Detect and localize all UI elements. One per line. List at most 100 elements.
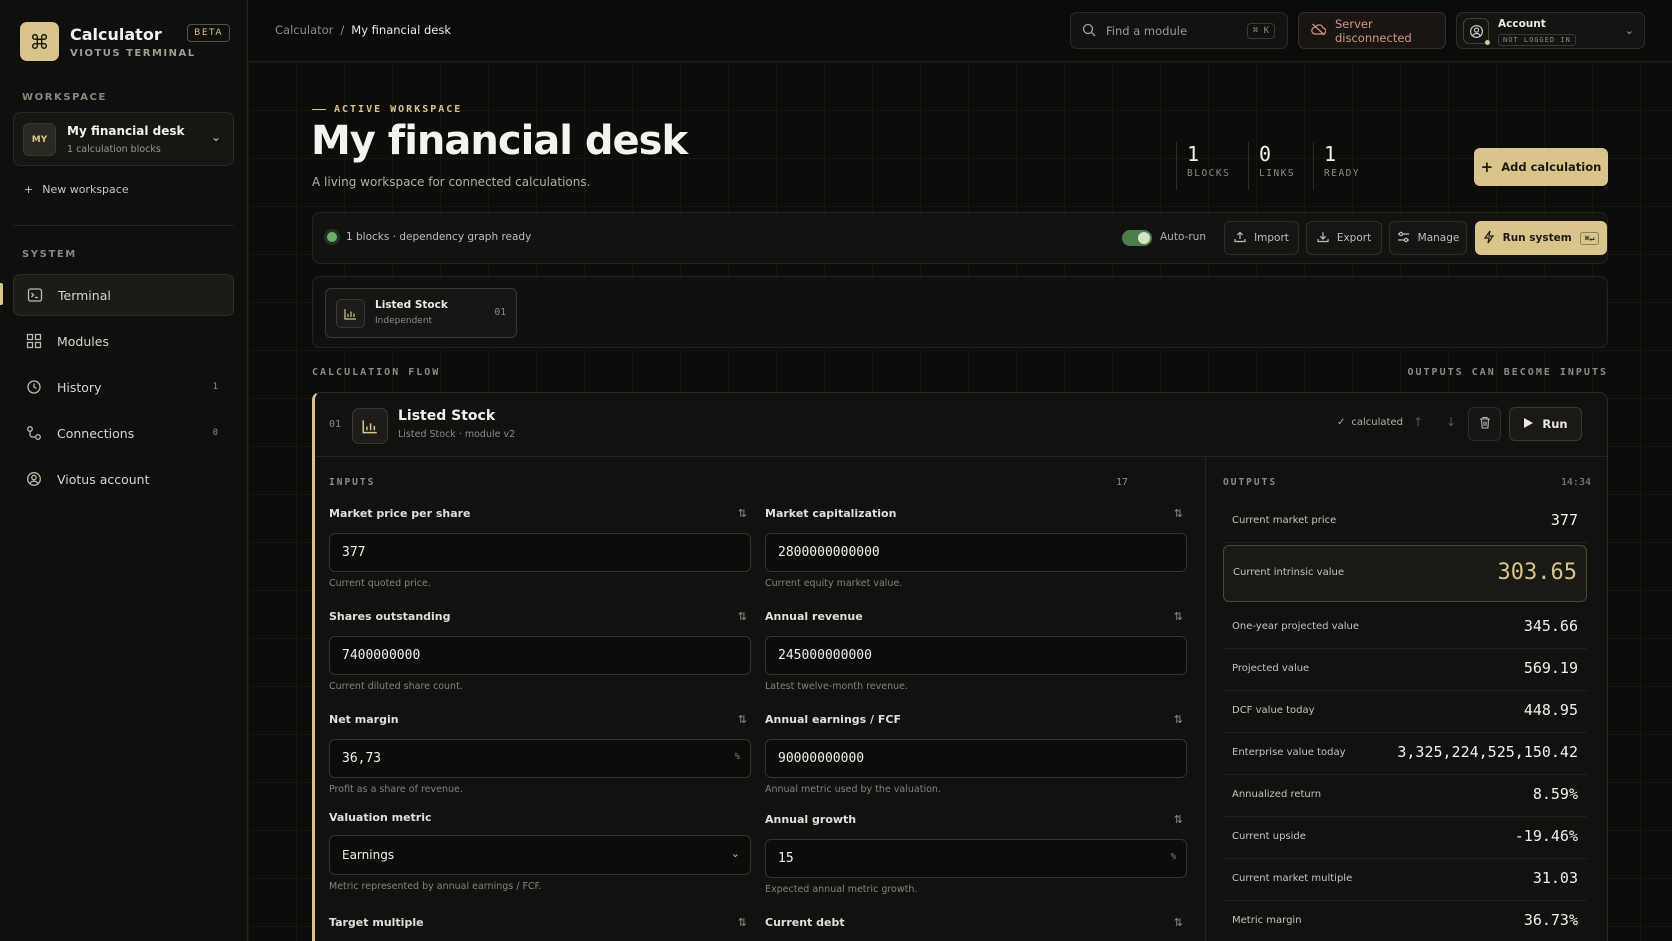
autorun-toggle[interactable] (1122, 230, 1152, 246)
field-annual-earnings: Annual earnings / FCF ⇅ 90000000000 Annu… (765, 713, 1187, 795)
workspace-meta: 1 calculation blocks (67, 144, 161, 155)
chevron-down-icon: ⌄ (730, 847, 740, 860)
workspace-label: WORKSPACE (22, 92, 107, 103)
field-annual-revenue: Annual revenue ⇅ 245000000000 Latest twe… (765, 610, 1187, 692)
calculation-block: 01 Listed Stock Listed Stock · module v2… (312, 392, 1608, 941)
download-icon (1317, 231, 1329, 246)
swap-icon[interactable]: ⇅ (738, 916, 747, 929)
output-row[interactable]: Metric margin 36.73% (1223, 901, 1587, 941)
manage-button[interactable]: Manage (1389, 221, 1467, 255)
percent-unit: % (734, 752, 740, 762)
brand-subtitle: VIOTUS TERMINAL (70, 48, 196, 59)
server-status[interactable]: Server disconnected (1298, 12, 1446, 49)
trash-icon (1479, 416, 1491, 432)
workspace-toolbar: 1 blocks · dependency graph ready Auto-r… (312, 212, 1608, 264)
sliders-icon (1397, 231, 1410, 246)
export-button[interactable]: Export (1306, 221, 1382, 255)
market-price-input[interactable]: 377 (329, 533, 751, 572)
output-row[interactable]: Enterprise value today 3,325,224,525,150… (1223, 733, 1587, 775)
active-indicator (0, 283, 3, 305)
connections-icon (25, 424, 43, 442)
swap-icon[interactable]: ⇅ (738, 713, 747, 726)
account-menu[interactable]: Account NOT LOGGED IN ⌄ (1456, 12, 1645, 49)
brand: ⌘ Calculator VIOTUS TERMINAL BETA (20, 22, 230, 62)
account-icon (25, 470, 43, 488)
swap-icon[interactable]: ⇅ (1174, 813, 1183, 826)
new-workspace-label: New workspace (42, 183, 129, 196)
field-valuation-metric: Valuation metric Earnings ⌄ Metric repre… (329, 811, 751, 892)
output-row[interactable]: Current market multiple 31.03 (1223, 859, 1587, 901)
move-down-button[interactable]: ↓ (1446, 415, 1456, 429)
sidebar-item-label: Modules (57, 333, 109, 349)
swap-icon[interactable]: ⇅ (1174, 713, 1183, 726)
output-row[interactable]: One-year projected value 345.66 (1223, 607, 1587, 649)
history-icon (25, 378, 43, 396)
server-status-label: Server disconnected (1335, 16, 1412, 45)
percent-unit: % (1170, 852, 1176, 862)
block-chip-listed-stock[interactable]: Listed Stock Independent 01 (325, 288, 517, 338)
block-number: 01 (329, 419, 342, 430)
breadcrumb-item[interactable]: Calculator (275, 23, 333, 37)
sidebar-item-terminal[interactable]: Terminal (13, 274, 234, 316)
main-content: ACTIVE WORKSPACE My financial desk A liv… (248, 62, 1672, 941)
swap-icon[interactable]: ⇅ (738, 610, 747, 623)
new-workspace-button[interactable]: + New workspace (24, 183, 129, 196)
calculation-flow-label: CALCULATION FLOW (312, 367, 441, 378)
move-up-button[interactable]: ↑ (1413, 415, 1423, 429)
annual-earnings-input[interactable]: 90000000000 (765, 739, 1187, 778)
terminal-icon (26, 286, 44, 304)
sidebar-item-label: Connections (57, 425, 135, 441)
swap-icon[interactable]: ⇅ (738, 507, 747, 520)
stat-ready: 1 READY (1313, 142, 1360, 190)
sidebar-item-label: Terminal (58, 287, 111, 303)
sidebar-item-connections[interactable]: Connections 0 (13, 412, 234, 454)
output-row[interactable]: DCF value today 448.95 (1223, 691, 1587, 733)
output-row[interactable]: Current upside -19.46% (1223, 817, 1587, 859)
sidebar-item-history[interactable]: History 1 (13, 366, 234, 408)
run-block-button[interactable]: Run (1509, 407, 1582, 441)
block-header: 01 Listed Stock Listed Stock · module v2… (315, 393, 1607, 457)
sidebar: ⌘ Calculator VIOTUS TERMINAL BETA WORKSP… (0, 0, 248, 941)
search-icon (1082, 23, 1096, 41)
page-title: My financial desk (311, 118, 688, 164)
sidebar-divider (13, 225, 234, 226)
workspace-name: My financial desk (67, 124, 185, 138)
lightning-icon (1483, 230, 1495, 247)
sidebar-item-account[interactable]: Viotus account (13, 458, 234, 500)
modules-icon (25, 332, 43, 350)
breadcrumb-current: My financial desk (351, 23, 451, 37)
import-button[interactable]: Import (1224, 221, 1299, 255)
add-calculation-button[interactable]: + Add calculation (1474, 148, 1608, 186)
swap-icon[interactable]: ⇅ (1174, 507, 1183, 520)
command-icon[interactable]: ⌘ (20, 22, 59, 61)
shares-outstanding-input[interactable]: 7400000000 (329, 636, 751, 675)
output-row[interactable]: Annualized return 8.59% (1223, 775, 1587, 817)
output-row[interactable]: Projected value 569.19 (1223, 649, 1587, 691)
net-margin-input[interactable]: 36,73 % (329, 739, 751, 778)
annual-growth-input[interactable]: 15 % (765, 839, 1187, 878)
annual-revenue-input[interactable]: 245000000000 (765, 636, 1187, 675)
delete-block-button[interactable] (1468, 407, 1501, 441)
output-row[interactable]: Current market price 377 (1223, 501, 1587, 543)
output-highlight-intrinsic-value[interactable]: Current intrinsic value 303.65 (1223, 545, 1587, 602)
run-system-button[interactable]: Run system ⌘↵ (1475, 221, 1607, 255)
block-overview-strip: Listed Stock Independent 01 (312, 276, 1608, 348)
swap-icon[interactable]: ⇅ (1174, 916, 1183, 929)
swap-icon[interactable]: ⇅ (1174, 610, 1183, 623)
market-cap-input[interactable]: 2800000000000 (765, 533, 1187, 572)
sidebar-item-label: Viotus account (57, 471, 150, 487)
brand-title: Calculator (70, 25, 162, 44)
sidebar-item-modules[interactable]: Modules (13, 320, 234, 362)
workspace-switcher[interactable]: MY My financial desk 1 calculation block… (13, 112, 234, 166)
valuation-metric-select[interactable]: Earnings ⌄ (329, 835, 751, 875)
upload-icon (1234, 230, 1246, 246)
module-search[interactable]: Find a module ⌘ K (1070, 12, 1288, 49)
stat-blocks: 1 BLOCKS (1176, 142, 1230, 190)
search-shortcut: ⌘ K (1246, 23, 1275, 39)
status-dot (327, 232, 337, 242)
field-target-multiple: Target multiple ⇅ (329, 916, 747, 929)
block-title: Listed Stock (398, 408, 496, 424)
chevron-down-icon: ⌄ (210, 130, 221, 144)
field-shares-outstanding: Shares outstanding ⇅ 7400000000 Current … (329, 610, 751, 692)
plus-icon: + (1480, 158, 1494, 176)
